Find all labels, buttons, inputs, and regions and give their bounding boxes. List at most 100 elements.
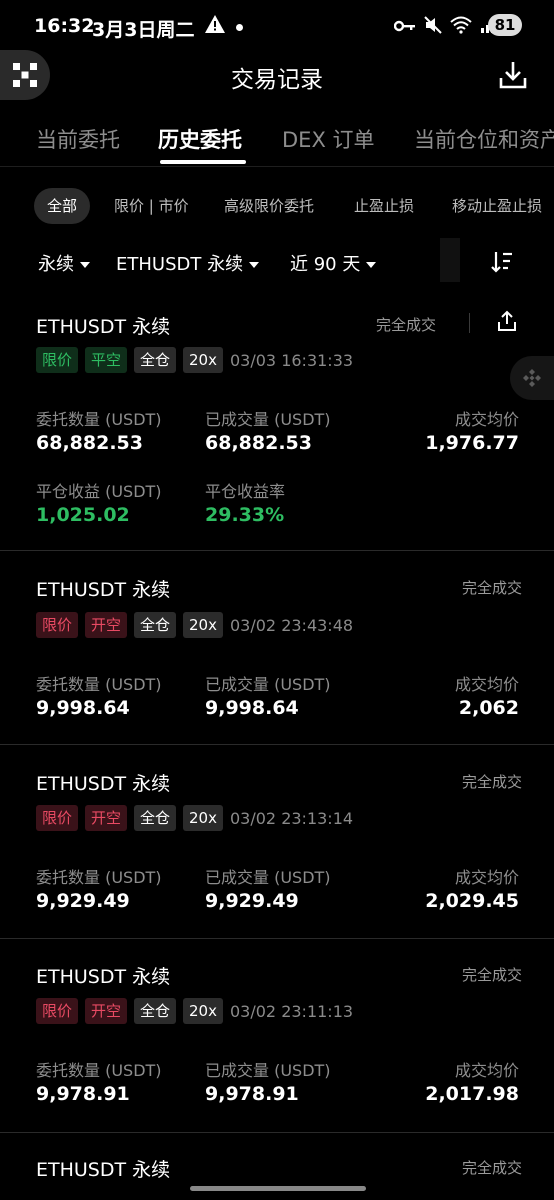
symbol-label: ETHUSDT 永续 (116, 254, 244, 275)
leverage-badge: 20x (183, 805, 223, 831)
status-bar: 16:32 3月3日周二 81 (0, 0, 554, 52)
battery-indicator: 81 (488, 14, 522, 36)
order-type-badge: 限价 (36, 347, 79, 373)
order-type-badge: 限价 (36, 805, 79, 831)
tab-bar: 当前委托 历史委托 DEX 订单 当前仓位和资产 (0, 118, 554, 164)
contract-type-dropdown[interactable]: 永续 (38, 250, 90, 276)
avg-price-value: 2,017.98 (425, 1083, 519, 1105)
filled-qty-value: 9,998.64 (205, 697, 299, 719)
order-status: 完全成交 (376, 316, 437, 334)
filled-qty-value: 9,929.49 (205, 890, 299, 912)
home-indicator[interactable] (190, 1186, 366, 1191)
leverage-badge: 20x (183, 612, 223, 638)
period-label: 近 90 天 (290, 254, 361, 275)
order-type-badge: 限价 (36, 612, 79, 638)
pnl-label: 平仓收益 (USDT) (36, 482, 162, 501)
order-card[interactable]: ETHUSDT 永续 完全成交 限价 开空 全仓 20x 03/02 23:11… (0, 939, 554, 1132)
tab-positions-assets[interactable]: 当前仓位和资产 (414, 124, 554, 154)
status-time: 16:32 (34, 15, 95, 37)
order-status: 完全成交 (461, 579, 522, 597)
order-time: 03/03 16:31:33 (230, 351, 354, 370)
order-symbol: ETHUSDT 永续 (36, 773, 171, 795)
filled-qty-label: 已成交量 (USDT) (205, 868, 331, 887)
filled-qty-label: 已成交量 (USDT) (205, 410, 331, 429)
contract-type-label: 永续 (38, 254, 74, 275)
order-side-badge: 开空 (85, 612, 128, 638)
share-icon[interactable] (496, 310, 518, 336)
sort-icon[interactable] (490, 250, 514, 278)
scroll-fade (440, 238, 460, 282)
pnl-rate-label: 平仓收益率 (205, 482, 286, 501)
filled-qty-value: 68,882.53 (205, 432, 312, 454)
order-qty-label: 委托数量 (USDT) (36, 410, 162, 429)
margin-mode-badge: 全仓 (134, 998, 177, 1024)
filled-qty-label: 已成交量 (USDT) (205, 675, 331, 694)
margin-mode-badge: 全仓 (134, 347, 177, 373)
avg-price-label: 成交均价 (454, 868, 519, 887)
dropdown-row: 永续 ETHUSDT 永续 近 90 天 (0, 246, 554, 282)
order-qty-value: 9,998.64 (36, 697, 130, 719)
order-qty-label: 委托数量 (USDT) (36, 1061, 162, 1080)
wifi-icon (450, 16, 472, 38)
tab-active-indicator (160, 160, 246, 164)
order-time: 03/02 23:13:14 (230, 809, 354, 828)
filter-advanced-limit[interactable]: 高级限价委托 (224, 188, 314, 224)
order-qty-label: 委托数量 (USDT) (36, 868, 162, 887)
order-side-badge: 平空 (85, 347, 128, 373)
symbol-dropdown[interactable]: ETHUSDT 永续 (116, 250, 260, 276)
filter-chips: 全部 限价 | 市价 高级限价委托 止盈止损 移动止盈止损 (0, 188, 554, 228)
avg-price-label: 成交均价 (454, 410, 519, 429)
download-icon[interactable] (498, 60, 528, 94)
leverage-badge: 20x (183, 347, 223, 373)
margin-mode-badge: 全仓 (134, 805, 177, 831)
order-side-badge: 开空 (85, 805, 128, 831)
avg-price-value: 2,062 (458, 697, 519, 719)
mute-icon (424, 16, 442, 38)
avg-price-label: 成交均价 (454, 1061, 519, 1080)
order-type-badge: 限价 (36, 998, 79, 1024)
order-card[interactable]: ETHUSDT 永续 完全成交 限价 开空 全仓 20x 03/02 23:13… (0, 745, 554, 938)
filter-trailing-stop[interactable]: 移动止盈止损 (452, 188, 542, 224)
order-qty-value: 9,929.49 (36, 890, 130, 912)
order-symbol: ETHUSDT 永续 (36, 966, 171, 988)
order-status: 完全成交 (461, 966, 522, 984)
key-icon (393, 18, 416, 37)
avg-price-value: 2,029.45 (425, 890, 519, 912)
order-status: 完全成交 (461, 773, 522, 791)
order-symbol: ETHUSDT 永续 (36, 316, 171, 338)
period-dropdown[interactable]: 近 90 天 (290, 250, 377, 276)
tab-current-orders[interactable]: 当前委托 (36, 124, 120, 154)
chevron-down-icon (80, 262, 90, 268)
order-qty-value: 9,978.91 (36, 1083, 130, 1105)
tabs-divider (0, 166, 554, 167)
order-card[interactable]: ETHUSDT 永续 完全成交 限价 平空 全仓 20x 03/03 16:31… (0, 300, 554, 550)
chevron-down-icon (249, 262, 260, 268)
order-time: 03/02 23:43:48 (230, 616, 354, 635)
tab-dex-orders[interactable]: DEX 订单 (282, 124, 375, 154)
status-date: 3月3日周二 (92, 19, 195, 41)
order-symbol: ETHUSDT 永续 (36, 579, 171, 601)
filled-qty-label: 已成交量 (USDT) (205, 1061, 331, 1080)
margin-mode-badge: 全仓 (134, 612, 177, 638)
page-title: 交易记录 (231, 67, 323, 93)
divider (469, 313, 470, 333)
order-qty-label: 委托数量 (USDT) (36, 675, 162, 694)
binance-float-icon[interactable] (510, 356, 554, 400)
order-status: 完全成交 (461, 1159, 522, 1177)
order-time: 03/02 23:11:13 (230, 1002, 354, 1021)
filter-tp-sl[interactable]: 止盈止损 (354, 188, 414, 224)
order-side-badge: 开空 (85, 998, 128, 1024)
avg-price-label: 成交均价 (454, 675, 519, 694)
notification-dot-icon (236, 24, 243, 31)
tab-order-history[interactable]: 历史委托 (158, 124, 242, 154)
pnl-rate-value: 29.33% (205, 504, 285, 526)
pnl-value: 1,025.02 (36, 504, 130, 526)
leverage-badge: 20x (183, 998, 223, 1024)
chevron-down-icon (366, 262, 377, 268)
filter-limit-market[interactable]: 限价 | 市价 (114, 188, 189, 224)
order-card[interactable]: ETHUSDT 永续 完全成交 限价 开空 全仓 20x 03/02 23:43… (0, 551, 554, 744)
avg-price-value: 1,976.77 (425, 432, 519, 454)
warning-icon (204, 14, 226, 38)
filled-qty-value: 9,978.91 (205, 1083, 299, 1105)
filter-all[interactable]: 全部 (34, 188, 91, 224)
